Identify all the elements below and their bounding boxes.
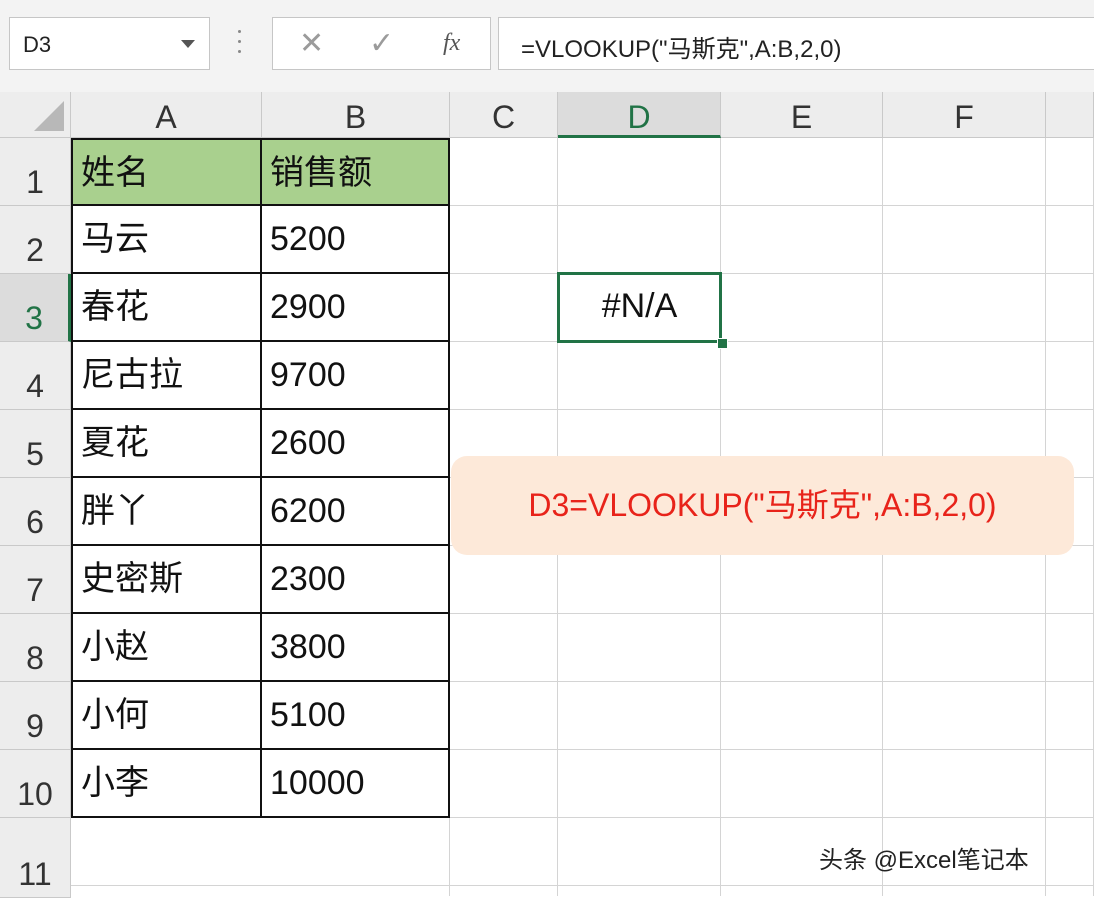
select-all-icon bbox=[34, 101, 64, 131]
watermark: 头条 @Excel笔记本 bbox=[819, 847, 1029, 874]
formula-buttons: ✕ ✓ fx bbox=[272, 17, 491, 70]
table-cell-b7[interactable]: 2300 bbox=[262, 546, 450, 614]
row-header-11[interactable]: 11 bbox=[0, 818, 71, 898]
table-cell-b9[interactable]: 5100 bbox=[262, 682, 450, 750]
table-cell-b10[interactable]: 10000 bbox=[262, 750, 450, 818]
formula-annotation: D3=VLOOKUP("马斯克",A:B,2,0) bbox=[451, 456, 1074, 555]
column-header-b[interactable]: B bbox=[262, 92, 450, 138]
table-header-cell-b1[interactable]: 销售额 bbox=[262, 138, 450, 206]
row-header-4[interactable]: 4 bbox=[0, 342, 71, 410]
more-options-icon[interactable] bbox=[238, 30, 242, 56]
gridline-horizontal bbox=[71, 885, 1094, 886]
formula-bar: D3 ✕ ✓ fx =VLOOKUP("马斯克",A:B,2,0) bbox=[0, 0, 1094, 92]
row-header-9[interactable]: 9 bbox=[0, 682, 71, 750]
insert-function-icon[interactable]: fx bbox=[443, 30, 460, 57]
fill-handle[interactable] bbox=[717, 338, 728, 349]
formula-text: =VLOOKUP("马斯克",A:B,2,0) bbox=[521, 36, 842, 63]
row-header-6[interactable]: 6 bbox=[0, 478, 71, 546]
name-box[interactable]: D3 bbox=[9, 17, 210, 70]
row-number: 2 bbox=[26, 232, 44, 268]
row-header-5[interactable]: 5 bbox=[0, 410, 71, 478]
spreadsheet-grid: ABCDEF 1 2 3 4 5 6 7 8 9 10 11 姓名 销售额 马云 5200 春花 2900 尼古… bbox=[0, 92, 1094, 898]
row-header-2[interactable]: 2 bbox=[0, 206, 71, 274]
column-header-partial[interactable] bbox=[1046, 92, 1094, 138]
table-header-cell-a1[interactable]: 姓名 bbox=[71, 138, 262, 206]
table-cell-a3[interactable]: 春花 bbox=[71, 274, 262, 342]
select-all-button[interactable] bbox=[0, 92, 71, 138]
name-box-value: D3 bbox=[23, 32, 52, 57]
column-header-e[interactable]: E bbox=[721, 92, 883, 138]
row-number: 9 bbox=[26, 708, 44, 744]
column-header-d[interactable]: D bbox=[558, 92, 721, 138]
row-number: 8 bbox=[26, 640, 44, 676]
row-number: 10 bbox=[17, 776, 53, 812]
table-cell-a7[interactable]: 史密斯 bbox=[71, 546, 262, 614]
table-cell-a9[interactable]: 小何 bbox=[71, 682, 262, 750]
row-number: 7 bbox=[26, 572, 44, 608]
table-cell-b2[interactable]: 5200 bbox=[262, 206, 450, 274]
row-header-1[interactable]: 1 bbox=[0, 138, 71, 206]
row-number: 6 bbox=[26, 504, 44, 540]
table-cell-b4[interactable]: 9700 bbox=[262, 342, 450, 410]
row-header-7[interactable]: 7 bbox=[0, 546, 71, 614]
column-header-c[interactable]: C bbox=[450, 92, 558, 138]
row-number: 1 bbox=[26, 164, 44, 200]
column-header-f[interactable]: F bbox=[883, 92, 1046, 138]
table-cell-a10[interactable]: 小李 bbox=[71, 750, 262, 818]
row-header-10[interactable]: 10 bbox=[0, 750, 71, 818]
table-cell-b6[interactable]: 6200 bbox=[262, 478, 450, 546]
row-number: 4 bbox=[26, 368, 44, 404]
table-cell-b3[interactable]: 2900 bbox=[262, 274, 450, 342]
row-number: 3 bbox=[25, 300, 43, 336]
table-cell-a4[interactable]: 尼古拉 bbox=[71, 342, 262, 410]
row-number: 11 bbox=[18, 856, 52, 892]
cancel-icon[interactable]: ✕ bbox=[299, 26, 324, 61]
row-header-3[interactable]: 3 bbox=[0, 274, 71, 342]
table-cell-b5[interactable]: 2600 bbox=[262, 410, 450, 478]
row-number: 5 bbox=[26, 436, 44, 472]
table-cell-b8[interactable]: 3800 bbox=[262, 614, 450, 682]
column-header-a[interactable]: A bbox=[71, 92, 262, 138]
chevron-down-icon[interactable] bbox=[181, 40, 195, 48]
enter-icon[interactable]: ✓ bbox=[369, 26, 394, 61]
table-cell-a8[interactable]: 小赵 bbox=[71, 614, 262, 682]
formula-input[interactable]: =VLOOKUP("马斯克",A:B,2,0) bbox=[498, 17, 1094, 70]
table-cell-a2[interactable]: 马云 bbox=[71, 206, 262, 274]
table-cell-a5[interactable]: 夏花 bbox=[71, 410, 262, 478]
row-header-8[interactable]: 8 bbox=[0, 614, 71, 682]
selected-cell-d3[interactable]: #N/A bbox=[557, 272, 722, 343]
table-cell-a6[interactable]: 胖丫 bbox=[71, 478, 262, 546]
